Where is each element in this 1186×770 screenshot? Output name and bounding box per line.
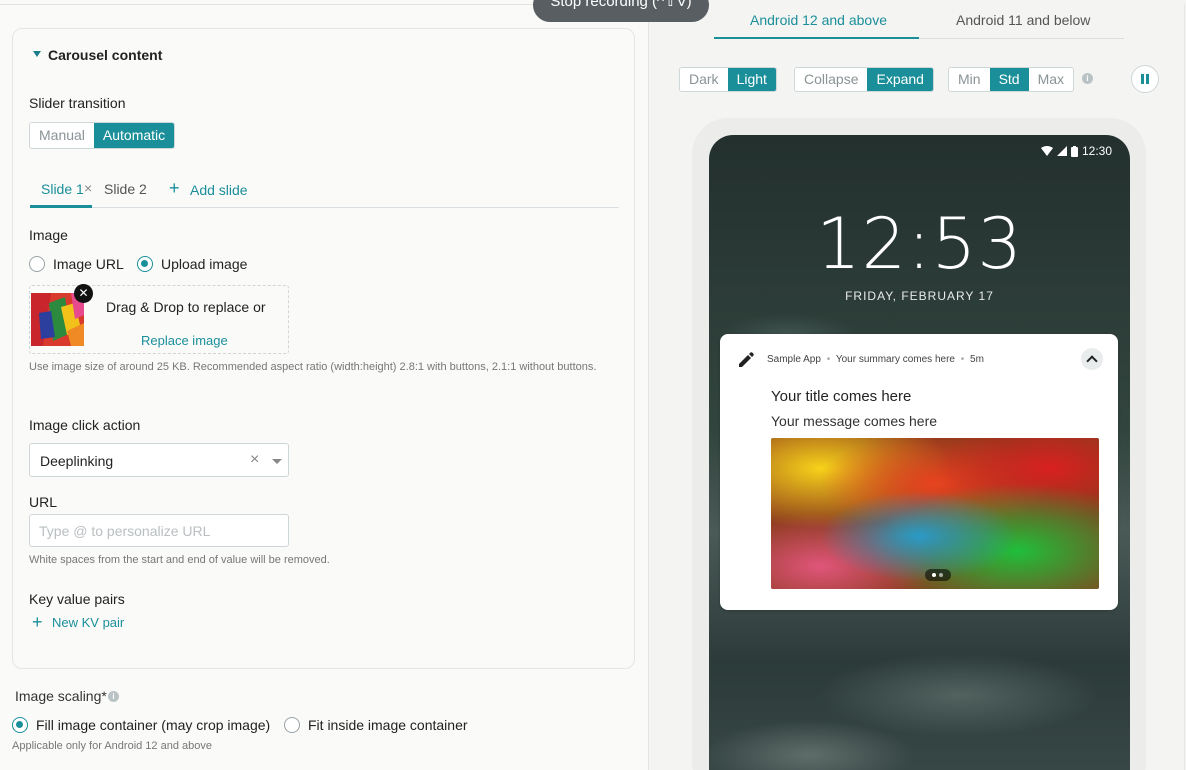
notification-age: 5m — [970, 354, 984, 365]
signal-icon — [1056, 146, 1067, 156]
tab-slide-2[interactable]: Slide 2 — [104, 181, 147, 197]
size-max-option[interactable]: Max — [1028, 68, 1074, 91]
slider-manual-option[interactable]: Manual — [30, 123, 94, 148]
stop-recording-button[interactable]: Stop recording (^⇧V) — [533, 0, 709, 22]
notification-meta: Sample App • Your summary comes here • 5… — [767, 354, 984, 365]
close-tab-icon[interactable]: × — [84, 180, 92, 196]
click-action-select[interactable]: Deeplinking × — [29, 443, 289, 477]
size-std-option[interactable]: Std — [989, 68, 1029, 91]
dropzone-text: Drag & Drop to replace or — [106, 299, 266, 315]
new-kv-pair-button[interactable]: New KV pair — [52, 615, 124, 630]
image-scaling-help: Applicable only for Android 12 and above — [12, 740, 212, 752]
meta-separator: • — [960, 354, 965, 365]
notification-card[interactable]: Sample App • Your summary comes here • 5… — [720, 334, 1118, 610]
view-expand-option[interactable]: Expand — [867, 68, 933, 91]
kv-label: Key value pairs — [29, 591, 125, 607]
url-input[interactable] — [29, 514, 289, 547]
status-bar: 12:30 — [1040, 144, 1112, 158]
info-icon[interactable]: i — [1082, 73, 1093, 84]
replace-image-link[interactable]: Replace image — [141, 333, 228, 348]
preview-border — [1184, 4, 1185, 770]
lock-screen-clock: 12:53 — [816, 203, 1023, 285]
lock-screen-date: FRIDAY, FEBRUARY 17 — [845, 289, 994, 303]
fill-container-radio[interactable] — [12, 717, 28, 733]
tab-android-12[interactable]: Android 12 and above — [750, 12, 887, 28]
clear-icon[interactable]: × — [250, 451, 259, 469]
app-name: Sample App — [767, 354, 821, 365]
theme-dark-option[interactable]: Dark — [680, 68, 728, 91]
theme-light-option[interactable]: Light — [727, 68, 776, 91]
info-icon[interactable]: i — [108, 691, 119, 702]
image-label: Image — [29, 227, 68, 243]
slider-transition-toggle: Manual Automatic — [29, 122, 176, 149]
notification-message: Your message comes here — [771, 413, 938, 429]
upload-image-radio[interactable] — [137, 256, 153, 272]
uploaded-image-thumbnail — [31, 293, 84, 346]
remove-image-icon[interactable]: ✕ — [74, 284, 93, 303]
theme-toggle: Dark Light — [679, 67, 777, 92]
url-help-text: White spaces from the start and end of v… — [29, 554, 330, 566]
fit-container-radio[interactable] — [284, 717, 300, 733]
fill-container-label[interactable]: Fill image container (may crop image) — [36, 717, 270, 733]
notification-image — [771, 438, 1099, 589]
tab-slide-1[interactable]: Slide 1 — [41, 181, 84, 197]
pencil-icon — [739, 352, 754, 367]
stop-recording-label: Stop recording (^⇧V) — [550, 0, 692, 10]
click-action-value: Deeplinking — [40, 453, 114, 469]
carousel-pager-indicator — [925, 569, 951, 581]
tab-android-11[interactable]: Android 11 and below — [956, 12, 1090, 28]
collapse-caret-icon[interactable] — [33, 51, 41, 57]
plus-icon: + — [32, 612, 43, 632]
notification-summary: Your summary comes here — [835, 354, 955, 365]
image-url-radio[interactable] — [29, 256, 45, 272]
image-scaling-label: Image scaling* — [15, 688, 107, 704]
status-time: 12:30 — [1081, 144, 1112, 158]
plus-icon: + — [169, 178, 180, 198]
image-help-text: Use image size of around 25 KB. Recommen… — [29, 361, 597, 373]
click-action-label: Image click action — [29, 417, 141, 433]
active-tab-indicator — [30, 205, 92, 208]
fit-container-label[interactable]: Fit inside image container — [308, 717, 468, 733]
notification-title: Your title comes here — [771, 388, 912, 405]
url-label: URL — [29, 494, 58, 510]
os-active-tab-indicator — [714, 37, 919, 39]
section-title[interactable]: Carousel content — [48, 47, 162, 63]
pause-button[interactable] — [1131, 65, 1159, 93]
meta-separator: • — [826, 354, 831, 365]
tabs-divider — [30, 207, 619, 208]
view-toggle: Collapse Expand — [794, 67, 934, 92]
size-toggle: Min Std Max — [948, 67, 1075, 92]
chevron-down-icon[interactable] — [272, 459, 282, 464]
slider-automatic-option[interactable]: Automatic — [93, 123, 175, 148]
slider-transition-label: Slider transition — [29, 95, 126, 111]
image-url-option-label[interactable]: Image URL — [53, 256, 124, 272]
view-collapse-option[interactable]: Collapse — [795, 68, 868, 91]
chevron-up-icon[interactable] — [1081, 348, 1103, 370]
battery-icon — [1070, 145, 1078, 157]
wifi-icon — [1040, 146, 1053, 156]
size-min-option[interactable]: Min — [949, 68, 990, 91]
upload-image-option-label[interactable]: Upload image — [161, 256, 247, 272]
add-slide-button[interactable]: Add slide — [190, 182, 248, 198]
